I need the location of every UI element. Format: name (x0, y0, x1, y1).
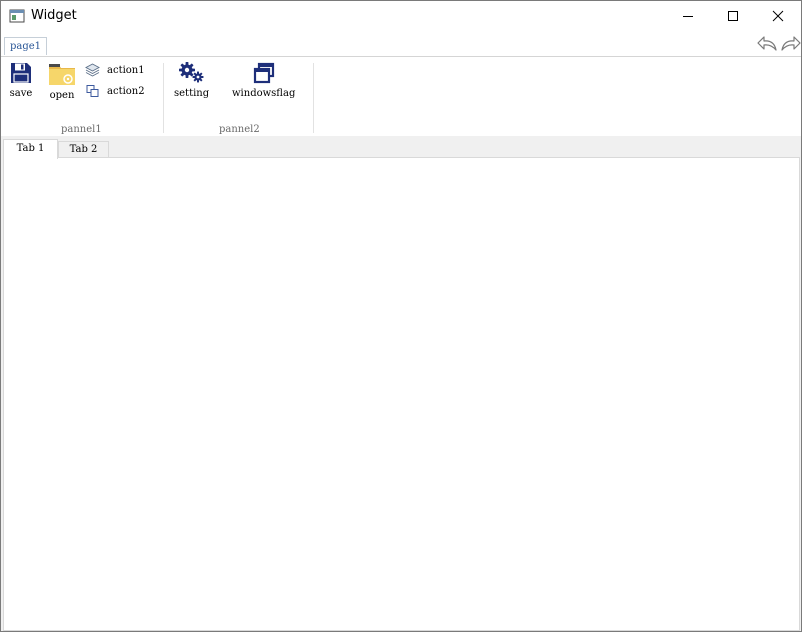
group-title-pannel2: pannel2 (219, 124, 260, 135)
setting-button[interactable]: setting (174, 61, 209, 99)
save-button[interactable]: save (9, 61, 33, 99)
redo-icon[interactable] (780, 35, 801, 58)
action1-label: action1 (107, 64, 145, 76)
group-separator (313, 63, 314, 133)
undo-icon[interactable] (756, 35, 778, 58)
close-icon (772, 10, 784, 22)
group-title-pannel1: pannel1 (61, 124, 102, 135)
title-bar[interactable]: Widget (1, 1, 801, 31)
windowsflag-label: windowsflag (232, 88, 296, 99)
tab-widget: Tab 1 Tab 2 (1, 136, 801, 631)
layers-icon (85, 63, 100, 77)
app-window-icon (9, 8, 25, 24)
setting-label: setting (174, 88, 210, 99)
window-title: Widget (31, 8, 77, 23)
copy-icon (86, 85, 99, 97)
ribbon-panel: save open action1 action2 pannel1 settin… (1, 56, 801, 137)
floppy-disk-icon (11, 63, 31, 83)
maximize-icon (728, 11, 738, 21)
tab-1[interactable]: Tab 1 (3, 139, 58, 159)
gears-icon (178, 62, 204, 83)
minimize-icon (683, 16, 693, 17)
action2-button[interactable]: action2 (85, 84, 145, 98)
windowsflag-button[interactable]: windowsflag (232, 61, 295, 99)
folder-open-icon (49, 64, 75, 85)
application-window: Widget page1 save open action1 action2 p… (0, 0, 802, 632)
ribbon-tab-bar: page1 (1, 31, 801, 56)
ribbon-tab-page1[interactable]: page1 (4, 37, 48, 55)
action2-label: action2 (107, 85, 145, 97)
open-label: open (49, 90, 75, 101)
open-button[interactable]: open (48, 61, 76, 101)
tab-content-area (3, 157, 800, 631)
maximize-button[interactable] (710, 1, 756, 31)
windows-icon (253, 62, 274, 84)
close-button[interactable] (755, 1, 801, 31)
tab-2[interactable]: Tab 2 (58, 141, 109, 158)
minimize-button[interactable] (665, 1, 711, 31)
action1-button[interactable]: action1 (85, 63, 145, 77)
group-separator (163, 63, 164, 133)
save-label: save (9, 88, 33, 99)
